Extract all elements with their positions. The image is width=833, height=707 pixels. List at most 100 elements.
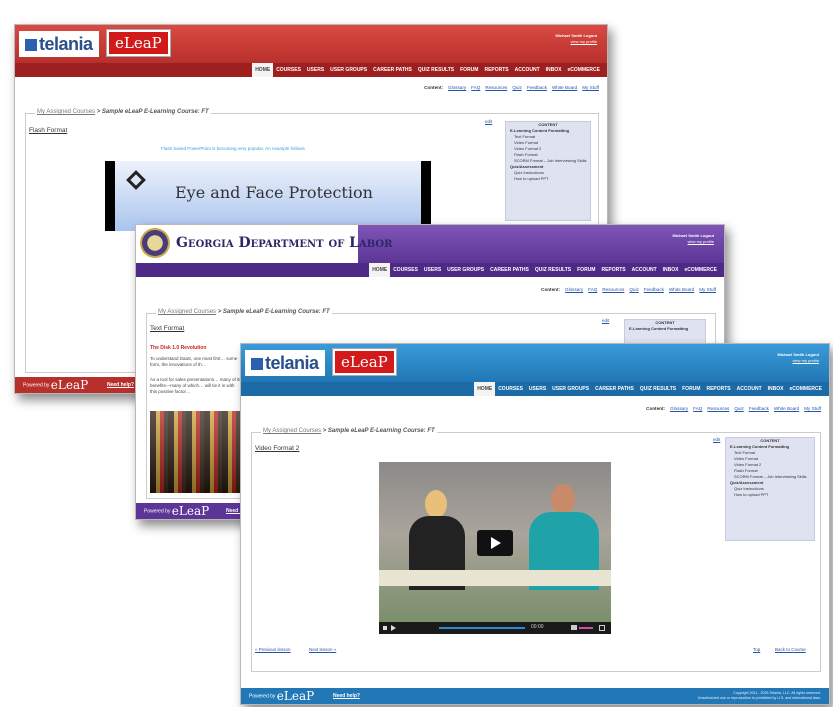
flash-slide[interactable]: Eye and Face Protection (105, 161, 431, 231)
sidebar-item[interactable]: How to upload PPT (506, 176, 590, 182)
nav-ecommerce[interactable]: eCOMMERCE (564, 63, 603, 77)
submenu-feedback[interactable]: Feedback (527, 85, 547, 90)
submenu-whiteboard[interactable]: White Board (774, 406, 799, 411)
flash-caption: Flash based PowerPoint is becoming very … (161, 146, 305, 151)
nav-user-groups[interactable]: USER GROUPS (549, 382, 592, 396)
nav-forum[interactable]: FORUM (679, 382, 703, 396)
nav-forum[interactable]: FORUM (457, 63, 481, 77)
help-link[interactable]: Need help? (107, 377, 134, 393)
nav-user-groups[interactable]: USER GROUPS (444, 263, 487, 277)
nav-account[interactable]: ACCOUNT (512, 63, 543, 77)
slide-title: Eye and Face Protection (175, 183, 373, 202)
submenu-resources[interactable]: Resources (485, 85, 507, 90)
nav-account[interactable]: ACCOUNT (629, 263, 660, 277)
header-bar (15, 25, 607, 63)
nav-user-groups[interactable]: USER GROUPS (327, 63, 370, 77)
nav-reports[interactable]: REPORTS (598, 263, 628, 277)
sidebar-item[interactable]: How to upload PPT (726, 492, 814, 498)
nav-home[interactable]: HOME (474, 382, 496, 396)
submenu-feedback[interactable]: Feedback (644, 287, 664, 292)
content-sidebar: CONTENT E-Learning Content Formatting Te… (505, 121, 591, 221)
nav-users[interactable]: USERS (421, 263, 444, 277)
sidebar-section[interactable]: E-Learning Content Formatting (625, 326, 705, 332)
edit-link[interactable]: edit (602, 318, 609, 323)
user-profile-link[interactable]: view my profile (777, 358, 819, 364)
nav-career-paths[interactable]: CAREER PATHS (487, 263, 532, 277)
footer-bar: Powered by eLeaP Need help? Copyright 20… (241, 688, 829, 704)
top-link[interactable]: Top (753, 647, 760, 652)
submenu-quiz[interactable]: Quiz (629, 287, 638, 292)
user-profile-link[interactable]: view my profile (555, 39, 597, 45)
nav-courses[interactable]: COURSES (273, 63, 304, 77)
person-head (551, 484, 575, 514)
progress-bar[interactable] (439, 627, 525, 629)
submenu-whiteboard[interactable]: White Board (669, 287, 694, 292)
submenu-mystuff[interactable]: My Stuff (582, 85, 599, 90)
submenu-feedback[interactable]: Feedback (749, 406, 769, 411)
submenu-mystuff[interactable]: My Stuff (699, 287, 716, 292)
breadcrumb-link[interactable]: My Assigned Courses (263, 428, 321, 434)
previous-lesson-link[interactable]: « Previous lesson (255, 647, 291, 652)
help-link[interactable]: Need help? (333, 688, 360, 704)
fullscreen-icon[interactable] (599, 625, 605, 631)
nav-reports[interactable]: REPORTS (703, 382, 733, 396)
submenu-glossary[interactable]: Glossary (565, 287, 583, 292)
nav-reports[interactable]: REPORTS (481, 63, 511, 77)
video-controls: 00:00 (379, 622, 611, 634)
stop-icon[interactable] (383, 626, 387, 630)
nav-career-paths[interactable]: CAREER PATHS (592, 382, 637, 396)
telania-logo: telania (19, 31, 99, 57)
submenu-mystuff[interactable]: My Stuff (804, 406, 821, 411)
video-player[interactable]: 00:00 (379, 462, 611, 634)
nav-home[interactable]: HOME (369, 263, 391, 277)
nav-users[interactable]: USERS (304, 63, 327, 77)
page-title: Flash Format (29, 127, 68, 134)
nav-users[interactable]: USERS (526, 382, 549, 396)
nav-inbox[interactable]: INBOX (765, 382, 787, 396)
next-lesson-link[interactable]: Next lesson » (309, 647, 336, 652)
edit-link[interactable]: edit (485, 119, 492, 124)
submenu-label: Content: (646, 406, 666, 411)
back-to-course-link[interactable]: Back to Course (775, 647, 806, 652)
nav-quiz-results[interactable]: QUIZ RESULTS (415, 63, 457, 77)
nav-ecommerce[interactable]: eCOMMERCE (786, 382, 825, 396)
user-box: Michael Smith Logout view my profile (777, 352, 819, 364)
nav-courses[interactable]: COURSES (495, 382, 526, 396)
submenu-quiz[interactable]: Quiz (734, 406, 743, 411)
breadcrumb-link[interactable]: My Assigned Courses (37, 109, 95, 115)
submenu-label: Content: (424, 85, 444, 90)
nav-quiz-results[interactable]: QUIZ RESULTS (532, 263, 574, 277)
volume-icon[interactable] (571, 625, 577, 630)
telania-logo-icon (25, 39, 37, 51)
edit-link[interactable]: edit (713, 437, 720, 442)
nav-ecommerce[interactable]: eCOMMERCE (681, 263, 720, 277)
submenu-faq[interactable]: FAQ (693, 406, 702, 411)
submenu-glossary[interactable]: Glossary (670, 406, 688, 411)
submenu-glossary[interactable]: Glossary (448, 85, 466, 90)
content-sidebar: CONTENT E-Learning Content Formatting Te… (725, 437, 815, 541)
submenu-faq[interactable]: FAQ (471, 85, 480, 90)
play-button[interactable] (477, 530, 513, 556)
breadcrumb-link[interactable]: My Assigned Courses (158, 309, 216, 315)
submenu-resources[interactable]: Resources (602, 287, 624, 292)
submenu-faq[interactable]: FAQ (588, 287, 597, 292)
copyright-line-2: Unauthorized use or reproduction is proh… (697, 696, 821, 700)
nav-account[interactable]: ACCOUNT (734, 382, 765, 396)
submenu-resources[interactable]: Resources (707, 406, 729, 411)
footer-logo: eLeaP (171, 504, 210, 518)
nav-career-paths[interactable]: CAREER PATHS (370, 63, 415, 77)
person-head (425, 490, 447, 518)
nav-inbox[interactable]: INBOX (660, 263, 682, 277)
user-profile-link[interactable]: view my profile (672, 239, 714, 245)
nav-quiz-results[interactable]: QUIZ RESULTS (637, 382, 679, 396)
powered-by: Powered by eLeaP (249, 689, 315, 703)
text-body-2: As a tool for sales presentations… many … (150, 377, 242, 394)
submenu-whiteboard[interactable]: White Board (552, 85, 577, 90)
nav-courses[interactable]: COURSES (390, 263, 421, 277)
play-small-icon[interactable] (391, 625, 396, 631)
volume-bar[interactable] (579, 627, 593, 629)
submenu-quiz[interactable]: Quiz (512, 85, 521, 90)
nav-inbox[interactable]: INBOX (543, 63, 565, 77)
nav-forum[interactable]: FORUM (574, 263, 598, 277)
nav-home[interactable]: HOME (252, 63, 274, 77)
